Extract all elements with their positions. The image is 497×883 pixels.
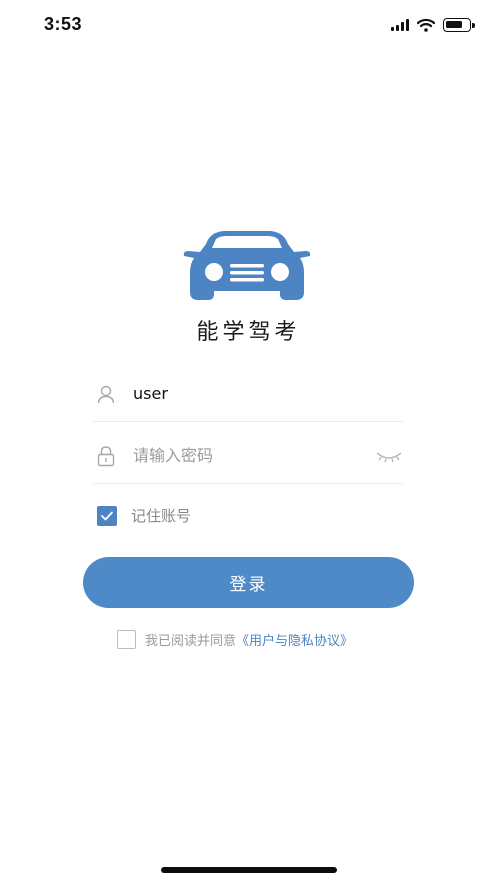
signal-icon bbox=[391, 19, 409, 31]
agreement-checkbox[interactable] bbox=[117, 630, 136, 649]
status-icons bbox=[391, 17, 475, 33]
privacy-agreement-link[interactable]: 《用户与隐私协议》 bbox=[236, 630, 353, 649]
username-row bbox=[93, 366, 403, 422]
wifi-icon bbox=[417, 18, 435, 32]
remember-account[interactable]: 记住账号 bbox=[97, 505, 191, 526]
remember-checkbox[interactable] bbox=[97, 505, 117, 526]
password-row bbox=[93, 428, 403, 484]
agreement: 我已阅读并同意 《用户与隐私协议》 bbox=[117, 630, 353, 649]
status-bar: 3:53 bbox=[0, 0, 497, 52]
login-button[interactable]: 登录 bbox=[83, 557, 414, 608]
eye-closed-icon[interactable] bbox=[375, 446, 403, 466]
battery-icon bbox=[443, 18, 475, 32]
status-time: 3:53 bbox=[44, 14, 83, 34]
app-title: 能学驾考 bbox=[196, 320, 301, 345]
username-input[interactable] bbox=[133, 384, 353, 403]
car-icon bbox=[183, 231, 311, 300]
check-icon bbox=[101, 511, 113, 520]
user-icon bbox=[93, 381, 119, 407]
remember-label: 记住账号 bbox=[131, 507, 192, 525]
password-input[interactable] bbox=[133, 446, 353, 465]
home-indicator bbox=[161, 867, 337, 873]
agreement-text: 我已阅读并同意 bbox=[145, 634, 237, 649]
lock-icon bbox=[93, 443, 119, 469]
